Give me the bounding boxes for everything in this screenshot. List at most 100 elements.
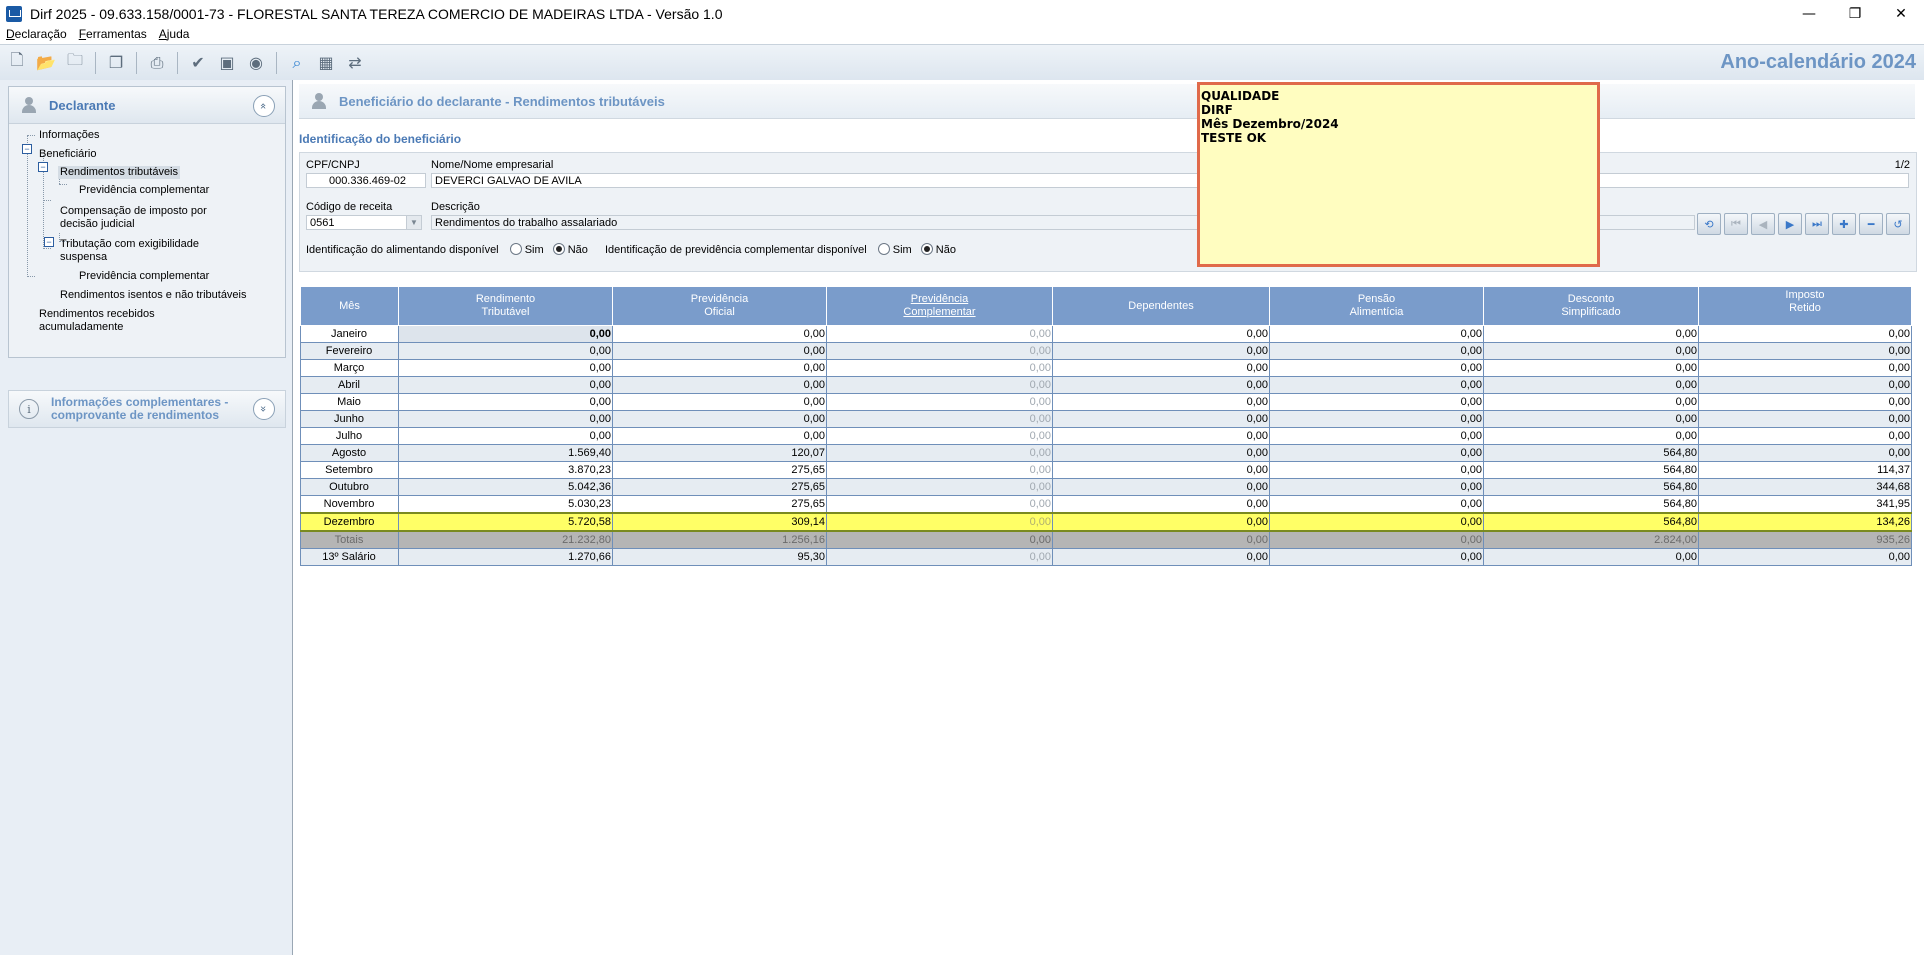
radio-icon[interactable] — [877, 243, 890, 255]
print-icon[interactable]: ⎙ — [145, 51, 169, 75]
value-cell[interactable]: 0,00 — [1698, 342, 1912, 360]
table-row[interactable]: Janeiro 0,00 0,00 0,00 0,00 0,00 0,00 0,00 — [300, 325, 1912, 343]
undo-icon[interactable]: ↺ — [1886, 213, 1910, 235]
value-cell[interactable]: 0,00 — [398, 376, 613, 394]
value-cell[interactable]: 0,00 — [398, 325, 613, 343]
value-cell[interactable]: 5.042,36 — [398, 478, 613, 496]
value-cell[interactable]: 0,00 — [1052, 444, 1270, 462]
value-cell[interactable]: 0,00 — [612, 393, 827, 411]
value-cell[interactable]: 344,68 — [1698, 478, 1912, 496]
value-cell[interactable]: 1.256,16 — [612, 530, 827, 549]
value-cell[interactable]: 0,00 — [398, 342, 613, 360]
value-cell[interactable]: 0,00 — [1269, 393, 1484, 411]
value-cell[interactable]: 0,00 — [826, 393, 1053, 411]
col-header-desconto[interactable]: Desconto Simplificado — [1483, 286, 1699, 326]
value-cell[interactable]: 0,00 — [1052, 427, 1270, 445]
last-record-icon[interactable]: ⏭ — [1805, 213, 1829, 235]
value-cell[interactable]: 0,00 — [612, 325, 827, 343]
value-cell[interactable]: 0,00 — [1698, 359, 1912, 377]
col-header-previdencia-complementar[interactable]: Previdência Complementar — [826, 286, 1053, 326]
value-cell[interactable]: 0,00 — [826, 461, 1053, 479]
declarante-panel-header[interactable]: Declarante « — [9, 87, 285, 124]
value-cell[interactable]: 5.720,58 — [398, 512, 613, 532]
col-header-rendimento[interactable]: Rendimento Tributável — [398, 286, 613, 326]
table-row[interactable]: Julho 0,00 0,00 0,00 0,00 0,00 0,00 0,00 — [300, 427, 1912, 445]
maximize-button[interactable]: ❐ — [1832, 0, 1878, 28]
value-cell[interactable]: 0,00 — [1269, 461, 1484, 479]
tree-item-previdencia-complementar-2[interactable]: Previdência complementar — [79, 270, 209, 283]
tree-item-beneficiario[interactable]: Beneficiário — [39, 148, 96, 161]
cpf-field[interactable]: 000.336.469-02 — [306, 173, 426, 188]
value-cell[interactable]: 0,00 — [1483, 548, 1699, 566]
menu-ajuda[interactable]: Ajuda — [153, 27, 196, 44]
tree-item-rendimentos-isentos[interactable]: Rendimentos isentos e não tributáveis — [60, 289, 247, 302]
value-cell[interactable]: 21.232,80 — [398, 530, 613, 549]
value-cell[interactable]: 0,00 — [1483, 427, 1699, 445]
value-cell[interactable]: 0,00 — [826, 410, 1053, 428]
value-cell[interactable]: 0,00 — [1698, 548, 1912, 566]
value-cell[interactable]: 0,00 — [826, 359, 1053, 377]
nome-field[interactable]: DEVERCI GALVAO DE AVILA — [431, 173, 1909, 188]
value-cell[interactable]: 0,00 — [1269, 342, 1484, 360]
folder-icon[interactable]: 🗀 — [63, 50, 87, 75]
value-cell[interactable]: 0,00 — [398, 359, 613, 377]
expand-icon[interactable]: » — [253, 398, 275, 420]
value-cell[interactable]: 275,65 — [612, 478, 827, 496]
table-row[interactable]: 13º Salário 1.270,66 95,30 0,00 0,00 0,00 0,00… — [300, 548, 1912, 566]
value-cell[interactable]: 0,00 — [826, 495, 1053, 514]
value-cell[interactable]: 0,00 — [826, 427, 1053, 445]
value-cell[interactable]: 95,30 — [612, 548, 827, 566]
value-cell[interactable]: 0,00 — [1269, 530, 1484, 549]
table-row[interactable]: Abril 0,00 0,00 0,00 0,00 0,00 0,00 0,00 — [300, 376, 1912, 394]
value-cell[interactable]: 0,00 — [1052, 478, 1270, 496]
alimentando-sim[interactable]: Sim — [509, 243, 544, 256]
refresh-icon[interactable]: ⟲ — [1697, 213, 1721, 235]
copy-icon[interactable]: ❐ — [104, 51, 128, 75]
value-cell[interactable]: 0,00 — [1269, 512, 1484, 532]
value-cell[interactable]: 0,00 — [1483, 410, 1699, 428]
value-cell[interactable]: 0,00 — [1052, 342, 1270, 360]
value-cell[interactable]: 120,07 — [612, 444, 827, 462]
value-cell[interactable]: 0,00 — [826, 342, 1053, 360]
value-cell[interactable]: 0,00 — [1269, 359, 1484, 377]
tree-expander[interactable]: − — [38, 162, 48, 172]
value-cell[interactable]: 0,00 — [1698, 393, 1912, 411]
previdencia-nao[interactable]: Não — [920, 243, 956, 256]
value-cell[interactable]: 0,00 — [612, 410, 827, 428]
value-cell[interactable]: 0,00 — [1269, 376, 1484, 394]
value-cell[interactable]: 0,00 — [826, 478, 1053, 496]
table-row[interactable]: Maio 0,00 0,00 0,00 0,00 0,00 0,00 0,00 — [300, 393, 1912, 411]
radio-checked-icon[interactable] — [552, 243, 565, 255]
value-cell[interactable]: 0,00 — [826, 376, 1053, 394]
search-icon[interactable]: ⌕ — [285, 51, 309, 75]
value-cell[interactable]: 0,00 — [1483, 393, 1699, 411]
previous-record-icon[interactable]: ◀ — [1751, 213, 1775, 235]
table-row[interactable]: Março 0,00 0,00 0,00 0,00 0,00 0,00 0,00 — [300, 359, 1912, 377]
tree-expander[interactable]: − — [22, 144, 32, 154]
collapse-icon[interactable]: « — [253, 95, 275, 117]
value-cell[interactable]: 0,00 — [1698, 444, 1912, 462]
value-cell[interactable]: 0,00 — [1052, 376, 1270, 394]
tree-item-tributacao-suspensa[interactable]: Tributação com exigibilidade suspensa — [60, 238, 199, 264]
value-cell[interactable]: 1.569,40 — [398, 444, 613, 462]
add-record-icon[interactable]: ✚ — [1832, 213, 1856, 235]
table-row[interactable]: Totais 21.232,80 1.256,16 0,00 0,00 0,00 2.824… — [300, 530, 1912, 549]
info-complementares-panel[interactable]: i Informações complementares - comprovan… — [8, 390, 286, 428]
col-header-imposto[interactable]: Imposto Retido — [1698, 286, 1912, 326]
value-cell[interactable]: 0,00 — [826, 325, 1053, 343]
value-cell[interactable]: 564,80 — [1483, 478, 1699, 496]
value-cell[interactable]: 0,00 — [826, 444, 1053, 462]
value-cell[interactable]: 0,00 — [1052, 530, 1270, 549]
col-header-pensao[interactable]: Pensão Alimentícia — [1269, 286, 1484, 326]
value-cell[interactable]: 0,00 — [398, 393, 613, 411]
previdencia-sim[interactable]: Sim — [877, 243, 912, 256]
value-cell[interactable]: 0,00 — [1269, 410, 1484, 428]
calculator-icon[interactable]: ▦ — [314, 51, 338, 75]
value-cell[interactable]: 0,00 — [1269, 548, 1484, 566]
table-row[interactable]: Novembro 5.030,23 275,65 0,00 0,00 0,00 564,80… — [300, 495, 1912, 514]
tree-expander[interactable]: − — [44, 237, 54, 247]
export-icon[interactable]: ◉ — [244, 51, 268, 75]
value-cell[interactable]: 0,00 — [1698, 325, 1912, 343]
value-cell[interactable]: 0,00 — [398, 410, 613, 428]
value-cell[interactable]: 3.870,23 — [398, 461, 613, 479]
